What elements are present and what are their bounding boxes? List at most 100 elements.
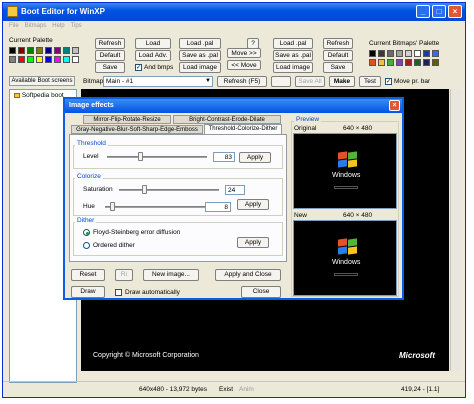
and-bmps-label: And bmps: [144, 64, 174, 71]
default-button[interactable]: Default: [95, 50, 125, 61]
draw-button[interactable]: Draw: [71, 286, 105, 298]
palette-swatch[interactable]: [63, 56, 70, 63]
right-refresh-button[interactable]: Refresh: [323, 38, 353, 49]
palette-swatch[interactable]: [54, 56, 61, 63]
ordered-dither-radio[interactable]: [83, 242, 90, 249]
palette-swatch[interactable]: [27, 56, 34, 63]
palette-swatch[interactable]: [72, 56, 79, 63]
palette-swatch[interactable]: [414, 59, 421, 66]
tab-gray-negative[interactable]: Gray-Negative-Blur-Soft-Sharp-Edge-Embos…: [71, 125, 203, 134]
load-image-right-button[interactable]: Load image: [273, 62, 313, 73]
saturation-input[interactable]: 24: [225, 185, 245, 195]
hue-slider-thumb[interactable]: [109, 202, 115, 211]
palette-swatch[interactable]: [18, 47, 25, 54]
palette-swatch[interactable]: [18, 56, 25, 63]
move-right-button[interactable]: Move >>: [227, 48, 261, 58]
palette-swatch[interactable]: [432, 50, 439, 57]
menu-file[interactable]: File: [9, 23, 19, 29]
new-size: 640 × 480: [343, 212, 373, 219]
progress-bar: [334, 273, 358, 276]
palette-swatch[interactable]: [72, 47, 79, 54]
apply-and-close-button[interactable]: Apply and Close: [215, 269, 281, 281]
save-button[interactable]: Save: [95, 62, 125, 73]
palette-swatch[interactable]: [387, 59, 394, 66]
level-slider-track[interactable]: [107, 156, 207, 158]
dialog-close-icon[interactable]: ×: [389, 100, 400, 111]
and-bmps-checkbox[interactable]: ✓: [135, 64, 142, 71]
palette-swatch[interactable]: [378, 59, 385, 66]
preview-title: Preview: [294, 116, 322, 123]
right-default-button[interactable]: Default: [323, 50, 353, 61]
palette-swatch[interactable]: [378, 50, 385, 57]
palette-swatch[interactable]: [387, 50, 394, 57]
palette-swatch[interactable]: [45, 47, 52, 54]
palette-swatch[interactable]: [63, 47, 70, 54]
floyd-steinberg-label: Floyd-Steinberg error diffusion: [93, 229, 181, 236]
menu-bitmaps[interactable]: Bitmaps: [25, 23, 47, 29]
tab-bright-contrast[interactable]: Bright-Contrast-Erode-Dilate: [173, 115, 281, 124]
reset-button[interactable]: Reset: [71, 269, 105, 281]
dither-apply-button[interactable]: Apply: [237, 237, 269, 248]
tree-item-softpedia[interactable]: Softpedia boot: [14, 92, 64, 99]
small-disabled-button: [271, 76, 291, 87]
dialog-close-button[interactable]: Close: [241, 286, 281, 298]
palette-swatch[interactable]: [405, 50, 412, 57]
maximize-button[interactable]: □: [432, 5, 446, 18]
hue-slider-track[interactable]: [105, 206, 205, 208]
move-pr-bar-checkbox[interactable]: ✓: [385, 78, 392, 85]
draw-automatically-checkbox[interactable]: [115, 289, 122, 296]
ordered-dither-label: Ordered dither: [93, 242, 135, 249]
palette-swatch[interactable]: [9, 56, 16, 63]
tab-mirror-flip[interactable]: Mirror-Flip-Rotate-Resize: [83, 115, 171, 124]
load-adv-button[interactable]: Load Adv.: [135, 50, 171, 61]
hue-input[interactable]: 8: [205, 202, 231, 212]
palette-swatch[interactable]: [369, 59, 376, 66]
palette-swatch[interactable]: [36, 56, 43, 63]
palette-swatch[interactable]: [9, 47, 16, 54]
right-save-button[interactable]: Save: [323, 62, 353, 73]
load-image-button[interactable]: Load image: [179, 62, 221, 73]
refresh-button[interactable]: Refresh: [95, 38, 125, 49]
palette-swatch[interactable]: [423, 50, 430, 57]
menu-tips[interactable]: Tips: [71, 23, 82, 29]
palette-swatch[interactable]: [369, 50, 376, 57]
threshold-apply-button[interactable]: Apply: [239, 152, 271, 163]
status-size: 640x480 - 13,972 bytes: [139, 386, 207, 393]
minimize-button[interactable]: _: [416, 5, 430, 18]
load-pal-button[interactable]: Load .pal: [179, 38, 221, 49]
palette-swatch[interactable]: [405, 59, 412, 66]
save-all-button[interactable]: Save All: [295, 76, 325, 87]
palette-swatch[interactable]: [45, 56, 52, 63]
chevron-down-icon: ▼: [205, 78, 211, 84]
available-boot-screens-tab[interactable]: Available Boot screens: [9, 76, 75, 86]
make-button[interactable]: Make: [329, 76, 355, 87]
colorize-apply-button[interactable]: Apply: [237, 199, 269, 210]
palette-swatch[interactable]: [36, 47, 43, 54]
close-button[interactable]: ×: [448, 5, 462, 18]
saturation-slider-thumb[interactable]: [141, 185, 147, 194]
refresh-f5-button[interactable]: Refresh (F5): [217, 76, 267, 87]
menu-help[interactable]: Help: [52, 23, 64, 29]
level-slider-thumb[interactable]: [138, 152, 144, 161]
floyd-steinberg-radio[interactable]: [83, 229, 90, 236]
palette-swatch[interactable]: [432, 59, 439, 66]
load-button[interactable]: Load: [135, 38, 171, 49]
save-as-pal-right-button[interactable]: Save as .pal: [273, 50, 313, 61]
progress-bar: [334, 186, 358, 189]
save-as-pal-button[interactable]: Save as .pal: [179, 50, 221, 61]
move-left-button[interactable]: << Move: [227, 60, 261, 70]
vertical-scrollbar[interactable]: [450, 89, 462, 371]
palette-swatch[interactable]: [396, 50, 403, 57]
palette-swatch[interactable]: [414, 50, 421, 57]
palette-swatch[interactable]: [54, 47, 61, 54]
palette-swatch[interactable]: [27, 47, 34, 54]
tab-threshold-colorize[interactable]: Threshold-Colorize-Dither: [204, 124, 282, 134]
new-image-button[interactable]: New image...: [143, 269, 199, 281]
palette-swatch[interactable]: [423, 59, 430, 66]
level-input[interactable]: 83: [213, 152, 235, 162]
bitmap-select[interactable]: Main - #1 ▼: [103, 76, 213, 87]
load-pal-right-button[interactable]: Load .pal: [273, 38, 313, 49]
saturation-slider-track[interactable]: [119, 189, 219, 191]
palette-swatch[interactable]: [396, 59, 403, 66]
test-button[interactable]: Test: [359, 76, 381, 87]
